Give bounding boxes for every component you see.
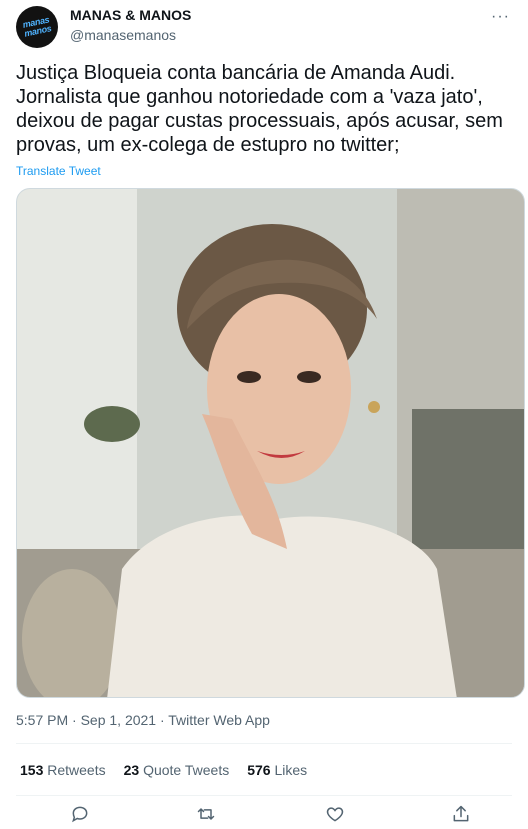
translate-tweet-link[interactable]: Translate Tweet xyxy=(16,164,101,178)
portrait-image xyxy=(17,189,524,697)
retweets-stat[interactable]: 153 Retweets xyxy=(20,762,106,778)
tweet-timestamp[interactable]: 5:57 PM · Sep 1, 2021 · Twitter Web App xyxy=(16,712,270,728)
tweet-photo[interactable] xyxy=(16,188,525,698)
tweet-text: Justiça Bloqueia conta bancária de Amand… xyxy=(16,62,503,156)
quotes-count: 23 xyxy=(123,762,140,778)
likes-count: 576 xyxy=(247,762,271,778)
retweets-count: 153 xyxy=(20,762,44,778)
retweets-label: Retweets xyxy=(47,762,106,778)
retweet-icon[interactable] xyxy=(196,804,218,826)
tweet-header: manas manos MANAS & MANOS @manasemanos ·… xyxy=(16,6,516,48)
avatar-logo-text: manas manos xyxy=(21,14,53,39)
share-icon[interactable] xyxy=(451,804,473,826)
tweet-stats: 153 Retweets 23 Quote Tweets 576 Likes xyxy=(20,762,307,778)
quotes-stat[interactable]: 23 Quote Tweets xyxy=(124,762,230,778)
author-handle[interactable]: @manasemanos xyxy=(70,27,176,43)
quotes-label: Quote Tweets xyxy=(143,762,230,778)
avatar[interactable]: manas manos xyxy=(16,6,58,48)
divider xyxy=(16,743,512,744)
likes-label: Likes xyxy=(274,762,308,778)
author-display-name[interactable]: MANAS & MANOS xyxy=(70,7,191,23)
divider xyxy=(16,795,512,796)
likes-stat[interactable]: 576 Likes xyxy=(247,762,307,778)
reply-icon[interactable] xyxy=(70,804,92,826)
tweet-actions xyxy=(0,800,528,823)
heart-icon[interactable] xyxy=(325,804,347,826)
more-options-icon[interactable]: ··· xyxy=(491,8,510,26)
